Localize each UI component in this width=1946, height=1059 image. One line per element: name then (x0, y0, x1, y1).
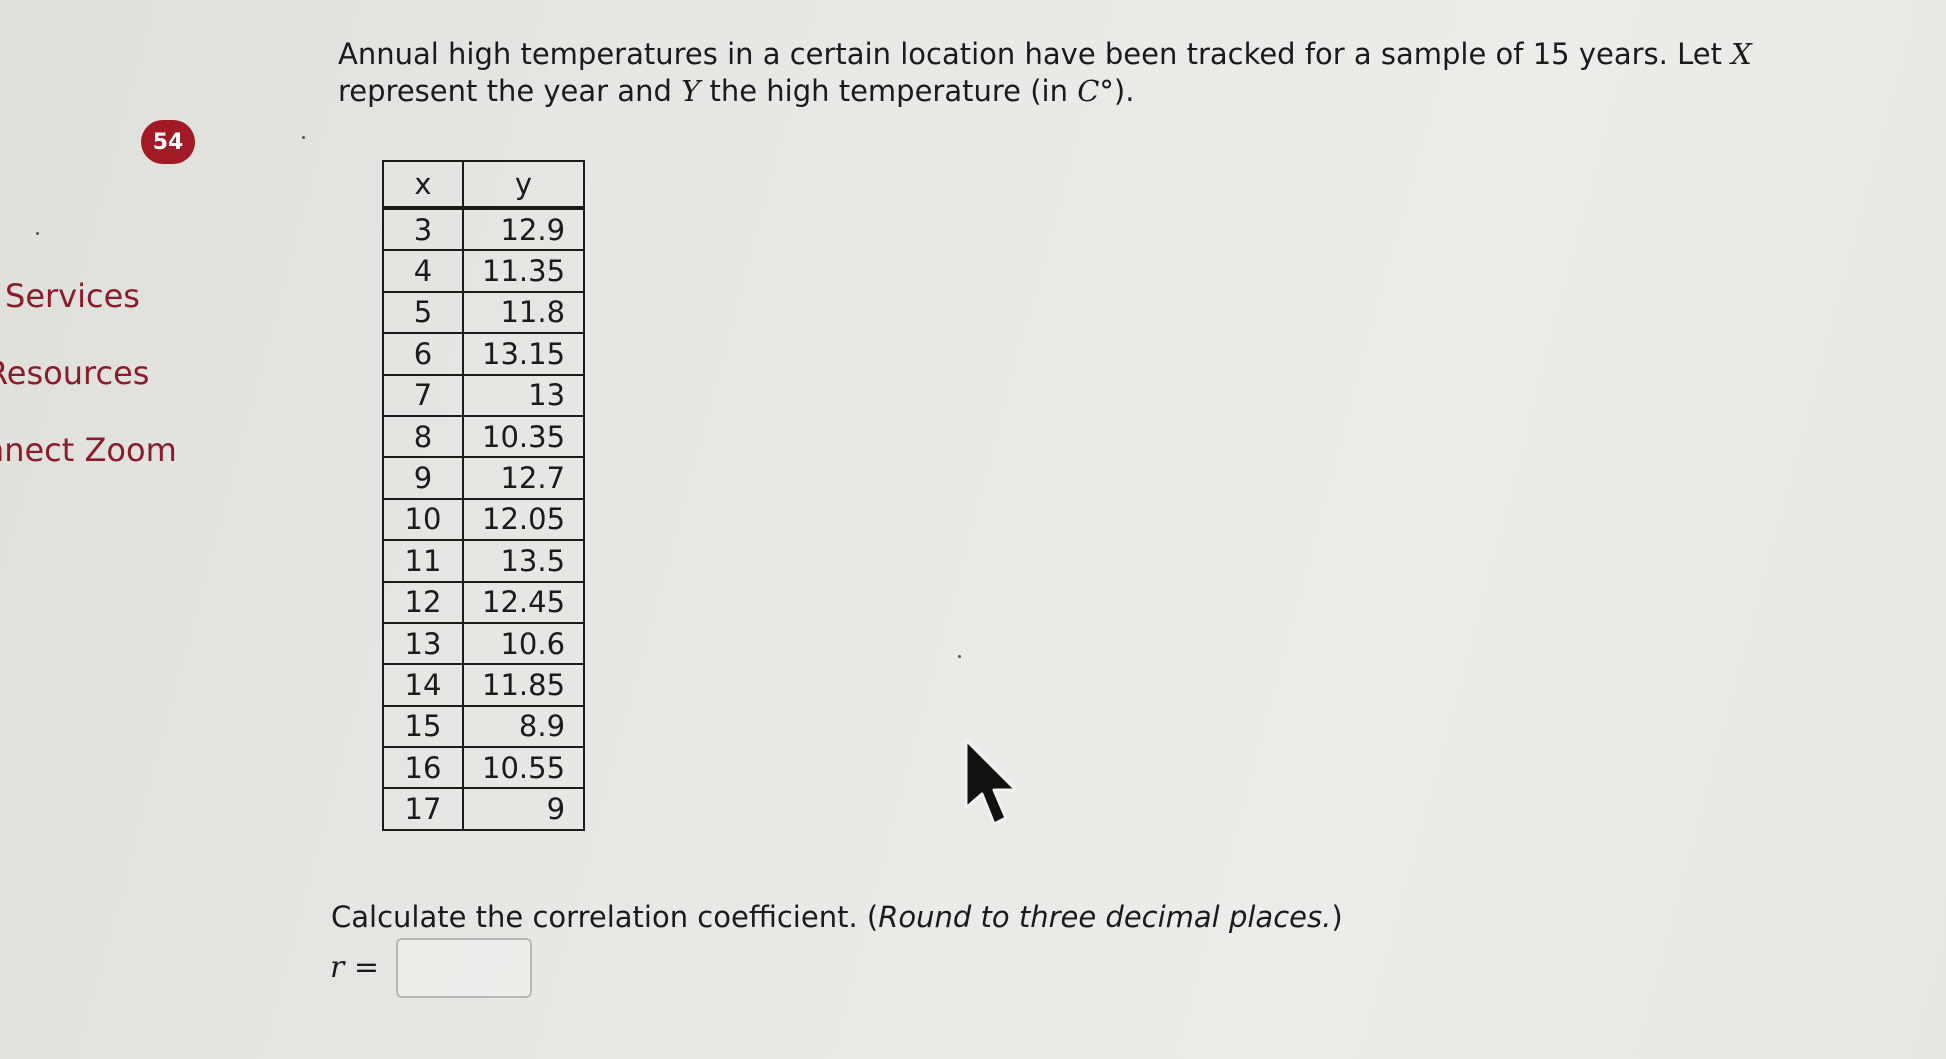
notification-badge[interactable]: 54 (141, 120, 195, 164)
cell-x: 14 (382, 663, 464, 707)
sidebar-item-services[interactable]: Services (5, 277, 140, 315)
question-text-part: the high temperature (in (700, 74, 1078, 108)
table-row: 17 9 (382, 787, 586, 831)
cell-y: 13.15 (461, 332, 586, 376)
question-text-part: Annual high temperatures in a certain lo… (338, 37, 1732, 71)
question-text-part: represent the year and (338, 74, 682, 108)
math-variable-y: Y (681, 74, 701, 108)
cell-x: 10 (382, 497, 464, 542)
question-text: Annual high temperatures in a certain lo… (338, 36, 1758, 110)
mouse-pointer-icon (964, 738, 1018, 826)
table-row: 5 11.8 (382, 290, 586, 335)
sidebar-item-connect-zoom[interactable]: Connect Zoom (0, 431, 177, 469)
table-row: 13 10.6 (382, 621, 586, 666)
decorative-dot (302, 136, 305, 139)
cell-y: 11.85 (461, 663, 586, 707)
cell-x: 16 (382, 746, 464, 790)
table-row: 15 8.9 (382, 704, 586, 749)
sidebar: 54 Services Resources Connect Zoom (0, 0, 260, 1059)
cell-x: 15 (382, 704, 464, 749)
instruction-close: ) (1331, 900, 1343, 934)
instruction-text: Calculate the correlation coefficient. (… (331, 900, 1343, 934)
sidebar-item-resources[interactable]: Resources (0, 354, 149, 392)
cell-y: 10.55 (461, 746, 586, 790)
table-body: 3 12.9 4 11.35 5 11.8 6 13.15 7 13 8 10.35 9 12.7 10 12… (382, 206, 586, 831)
decorative-dot (36, 232, 39, 235)
table-row: 3 12.9 (382, 206, 586, 252)
cell-y: 11.35 (461, 249, 586, 293)
table-row: 10 12.05 (382, 497, 586, 542)
cell-x: 13 (382, 621, 464, 666)
cell-y: 12.45 (461, 580, 586, 624)
cell-x: 6 (382, 332, 464, 376)
column-header-y: y (461, 160, 586, 210)
cell-y: 10.6 (461, 621, 586, 666)
cell-x: 3 (382, 206, 464, 252)
table-row: 12 12.45 (382, 580, 586, 624)
table-row: 9 12.7 (382, 456, 586, 500)
cell-y: 9 (461, 787, 586, 831)
table-row: 14 11.85 (382, 663, 586, 707)
column-header-x: x (382, 160, 464, 210)
table-row: 8 10.35 (382, 414, 586, 459)
cell-x: 8 (382, 414, 464, 459)
instruction-main: Calculate the correlation coefficient. ( (331, 900, 879, 934)
question-text-part: ). (1113, 74, 1135, 108)
cell-y: 13 (461, 373, 586, 417)
cell-y: 12.9 (461, 206, 586, 252)
table-row: 4 11.35 (382, 249, 586, 293)
data-table: x y 3 12.9 4 11.35 5 11.8 6 13.15 7 13 8 10.35 9 12.7… (382, 160, 586, 831)
cell-x: 7 (382, 373, 464, 417)
answer-input[interactable] (396, 938, 532, 998)
cell-y: 10.35 (461, 414, 586, 459)
table-row: 11 13.5 (382, 539, 586, 583)
table-row: 6 13.15 (382, 332, 586, 376)
cell-x: 12 (382, 580, 464, 624)
cell-y: 12.05 (461, 497, 586, 542)
decorative-dot (958, 655, 961, 658)
cell-y: 13.5 (461, 539, 586, 583)
cell-y: 11.8 (461, 290, 586, 335)
table-row: 7 13 (382, 373, 586, 417)
instruction-hint: Round to three decimal places. (878, 900, 1332, 934)
cell-x: 5 (382, 290, 464, 335)
cell-x: 9 (382, 456, 464, 500)
cell-x: 17 (382, 787, 464, 831)
table-row: 16 10.55 (382, 746, 586, 790)
cell-y: 12.7 (461, 456, 586, 500)
cell-x: 11 (382, 539, 464, 583)
math-variable-x: X (1731, 37, 1752, 71)
cell-x: 4 (382, 249, 464, 293)
table-header-row: x y (382, 160, 586, 210)
cell-y: 8.9 (461, 704, 586, 749)
page: 54 Services Resources Connect Zoom Annua… (0, 0, 1946, 1059)
math-unit-celsius: C° (1077, 74, 1114, 108)
answer-label: r = (330, 950, 380, 985)
